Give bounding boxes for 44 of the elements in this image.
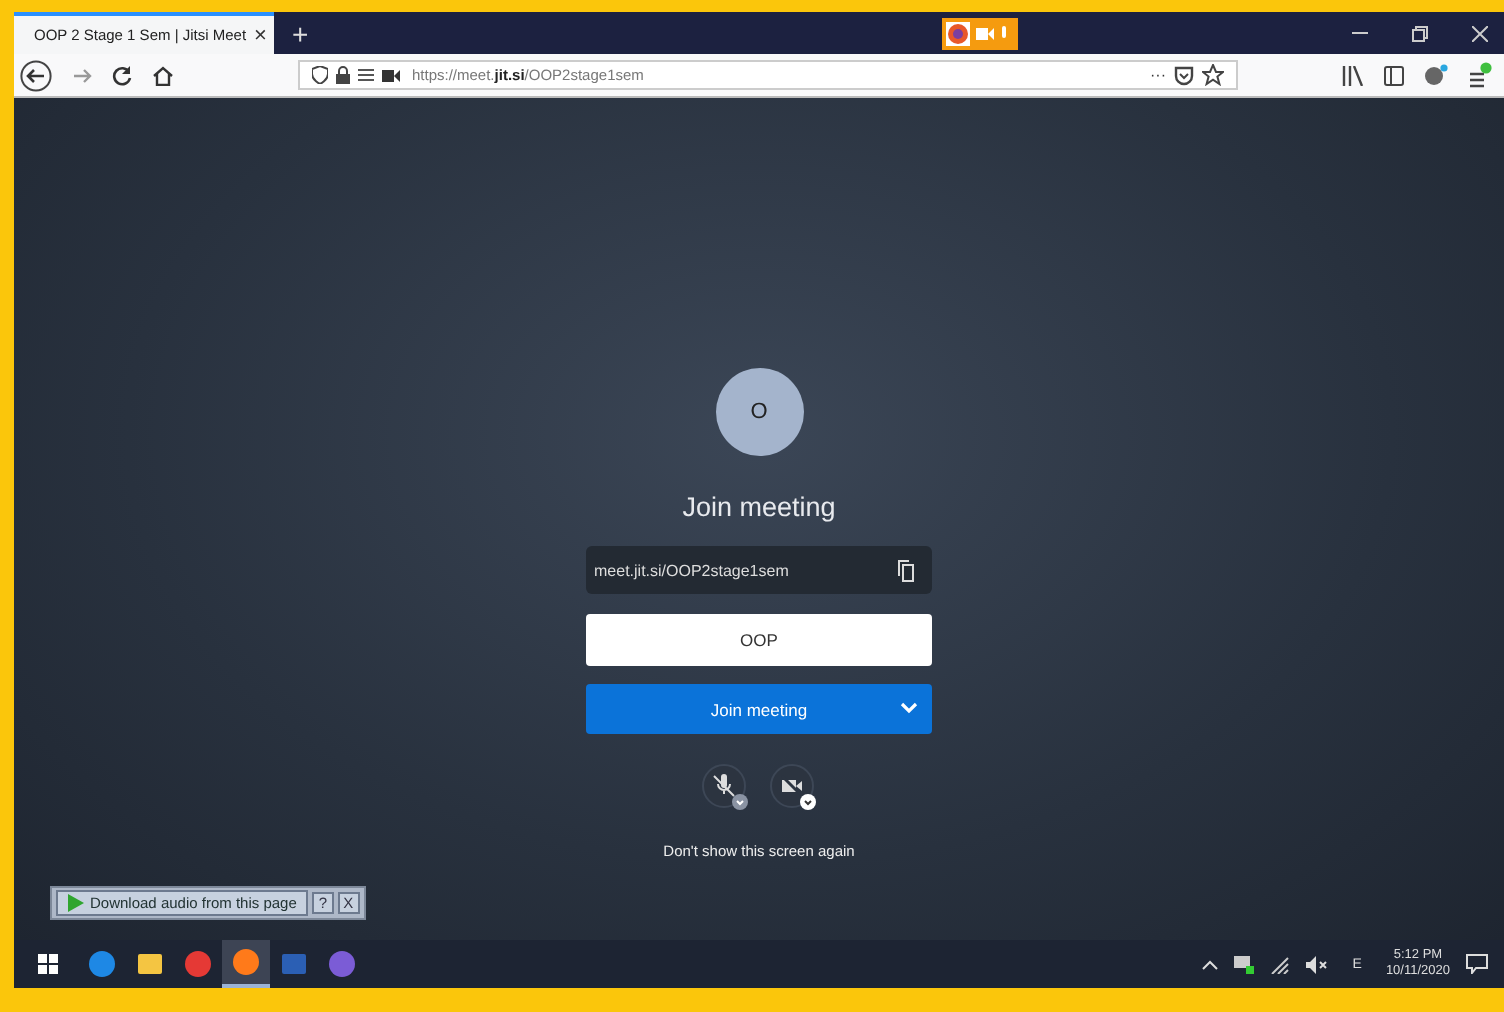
app-icon <box>184 950 212 978</box>
app-icon <box>136 950 164 978</box>
app-icon <box>88 950 116 978</box>
restore-icon[interactable] <box>1412 25 1428 41</box>
pocket-icon[interactable] <box>1174 65 1194 85</box>
firefox-icon <box>946 21 971 45</box>
name-field[interactable]: OOP <box>586 614 932 666</box>
network-icon[interactable] <box>1234 955 1255 973</box>
new-tab-button[interactable]: + <box>292 17 309 49</box>
microphone-muted-button[interactable] <box>701 764 749 812</box>
back-icon[interactable] <box>20 59 52 91</box>
avatar: O <box>715 368 803 456</box>
meeting-heading: Join meeting <box>682 492 836 522</box>
menu-icon[interactable] <box>1468 62 1492 88</box>
windows-start-icon[interactable] <box>38 954 58 974</box>
taskbar-app[interactable] <box>222 940 270 988</box>
app-icon <box>280 950 308 978</box>
copy-icon[interactable] <box>898 559 914 581</box>
page-actions-button[interactable]: ··· <box>1150 66 1166 84</box>
notifications-icon[interactable] <box>1466 954 1488 974</box>
close-tab-button[interactable]: × <box>254 23 267 47</box>
reload-icon[interactable] <box>112 65 132 85</box>
close-icon[interactable] <box>1472 25 1488 41</box>
star-icon[interactable] <box>1202 64 1224 86</box>
home-icon[interactable] <box>152 65 174 85</box>
app-icon <box>232 948 260 976</box>
chevron-up-icon[interactable] <box>1202 959 1219 969</box>
chevron-down-icon[interactable] <box>900 702 918 714</box>
account-icon[interactable] <box>1424 64 1448 86</box>
app-icon <box>328 950 356 978</box>
sharing-indicator[interactable] <box>942 17 1019 49</box>
permissions-icon <box>358 68 374 82</box>
speaker-muted-icon[interactable] <box>1306 955 1329 973</box>
join-meeting-button[interactable]: Join meeting <box>586 684 932 734</box>
sidebar-icon[interactable] <box>1384 65 1404 85</box>
lock-icon <box>336 66 350 84</box>
wifi-icon[interactable] <box>1270 955 1291 973</box>
camera-muted-button[interactable] <box>769 764 817 812</box>
shield-icon <box>312 66 328 84</box>
play-icon <box>68 894 84 912</box>
forward-icon[interactable] <box>72 65 92 85</box>
library-icon[interactable] <box>1342 65 1364 85</box>
camera-icon <box>976 27 995 39</box>
camera-icon <box>382 69 400 81</box>
